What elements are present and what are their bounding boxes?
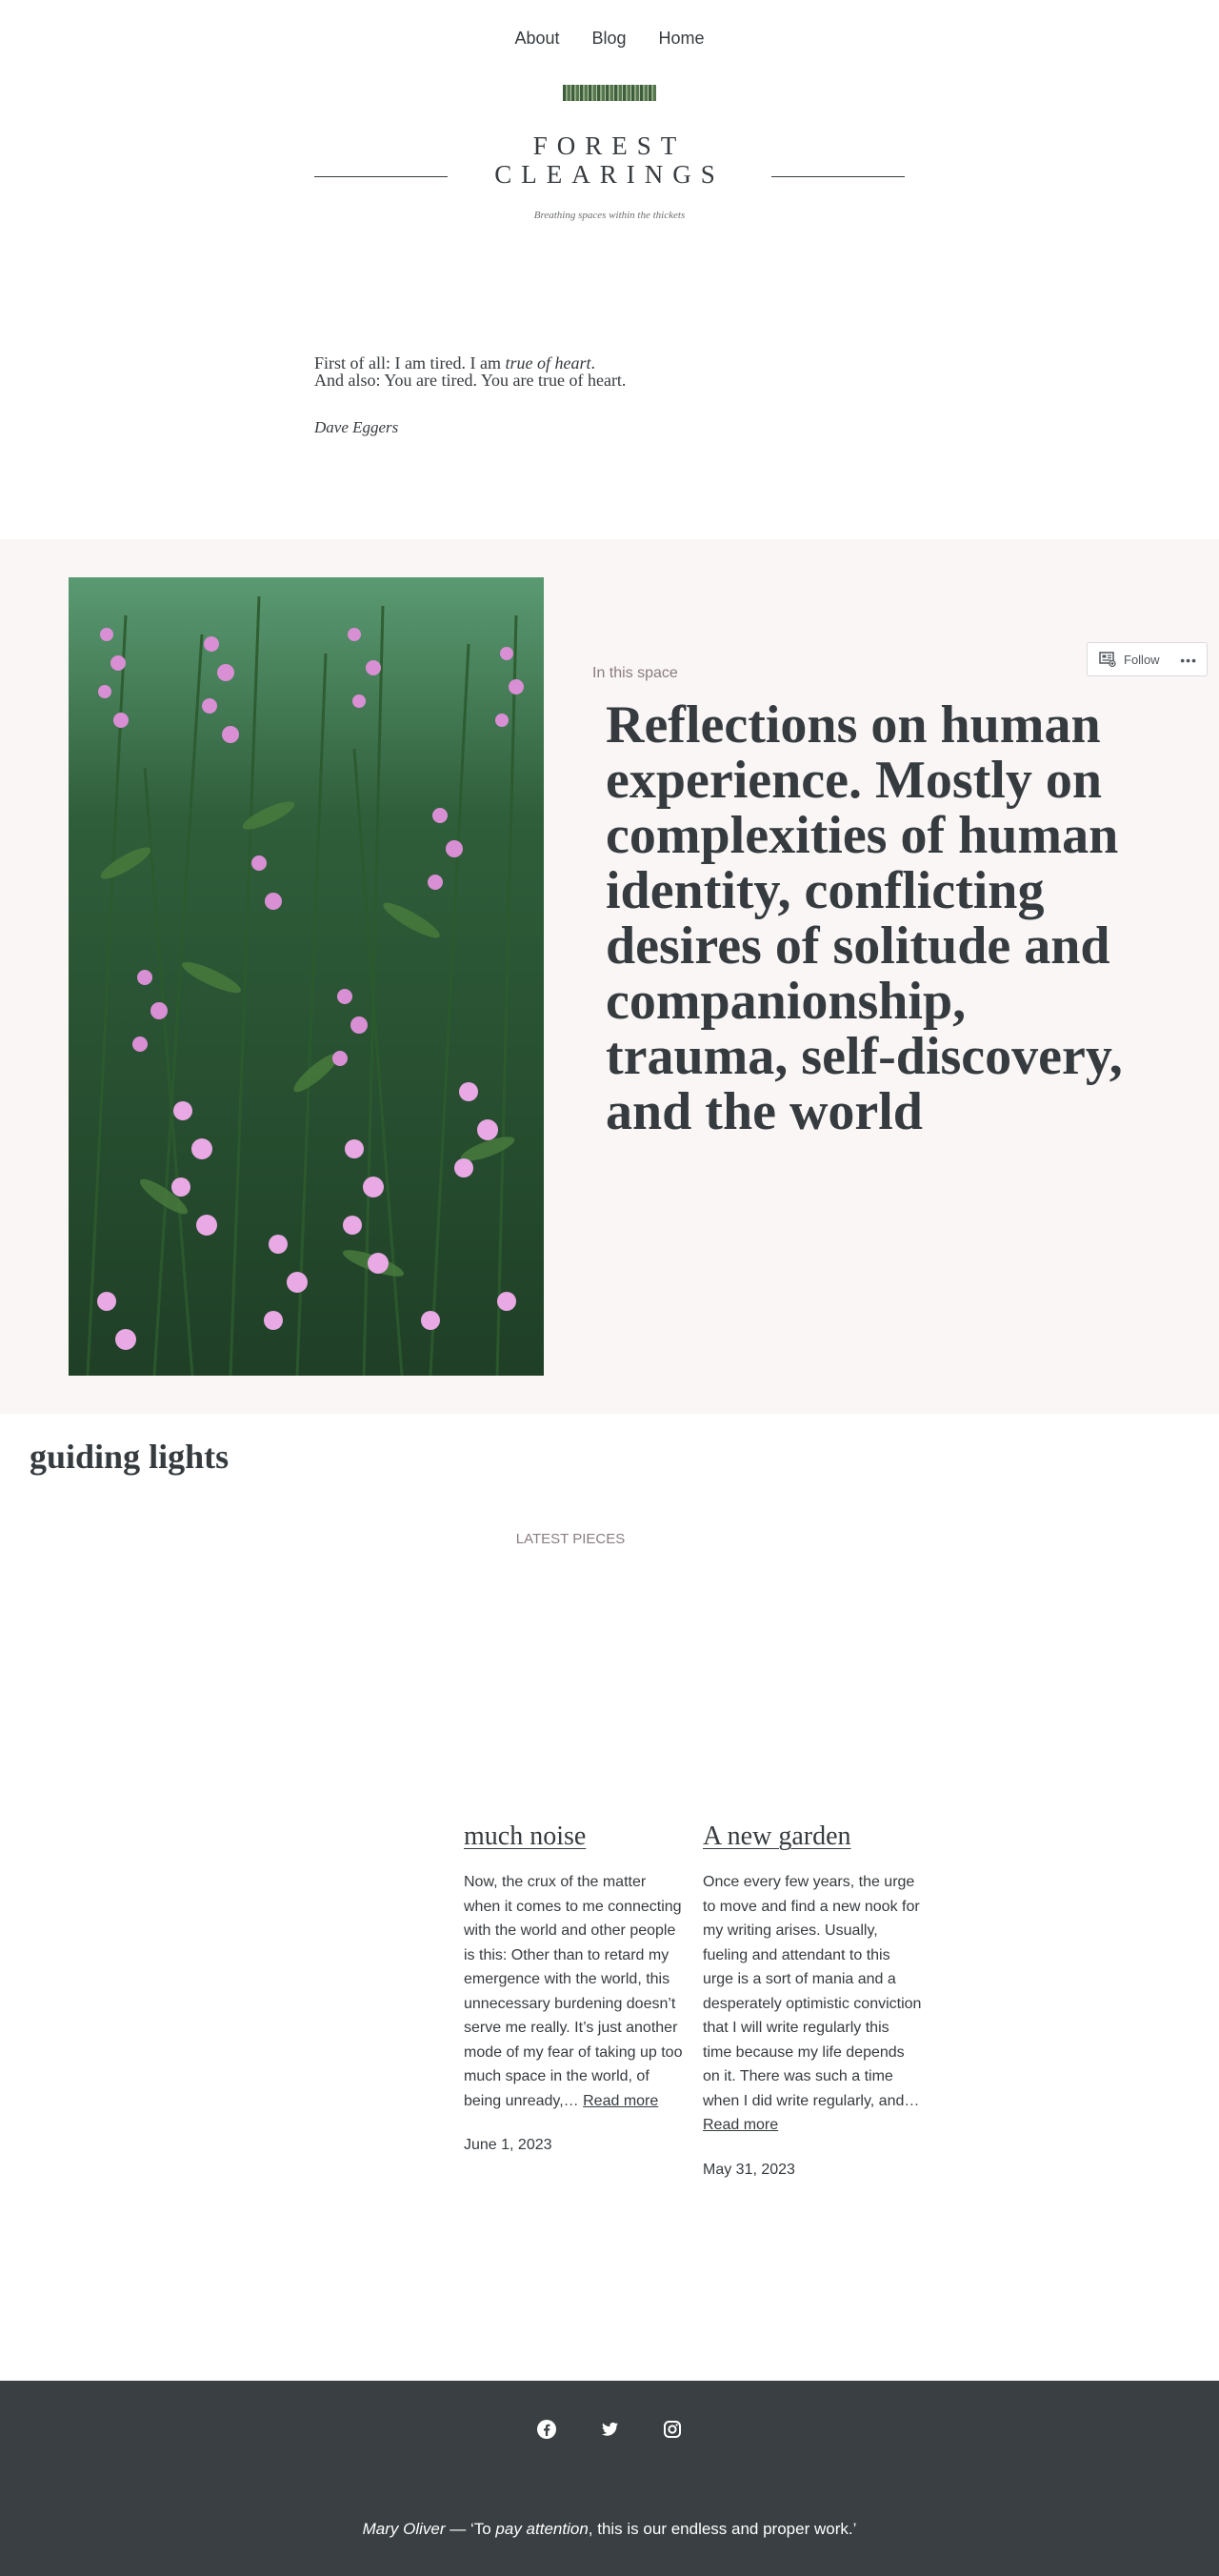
quote-line-1-emphasis: true of heart — [505, 353, 591, 372]
quote-line-1-text: First of all: I am tired. I am — [314, 353, 506, 372]
hero-section: In this space Reflections on human exper… — [0, 539, 1219, 1414]
post-card: much noise Now, the crux of the matter w… — [464, 1820, 683, 2154]
post-excerpt-text: Once every few years, the urge to move a… — [703, 1874, 922, 2109]
title-divider-left — [314, 176, 448, 177]
quote-line-2: And also: You are tired. You are true of… — [314, 371, 627, 390]
instagram-icon[interactable] — [662, 2419, 683, 2440]
post-excerpt: Now, the crux of the matter when it come… — [464, 1870, 683, 2113]
post-excerpt: Once every few years, the urge to move a… — [703, 1870, 922, 2138]
twitter-icon[interactable] — [599, 2419, 620, 2440]
nav-blog-link[interactable]: Blog — [592, 29, 627, 49]
main-nav: About Blog Home — [0, 29, 1219, 49]
post-date: June 1, 2023 — [464, 2137, 552, 2153]
facebook-icon[interactable] — [536, 2419, 557, 2440]
title-divider-right — [771, 176, 905, 177]
hero-kicker: In this space — [592, 665, 678, 681]
footer-quote-author: Mary Oliver — [362, 2520, 446, 2538]
quote-author: Dave Eggers — [314, 418, 399, 436]
site-title[interactable]: FOREST CLEARINGS — [467, 131, 752, 189]
follow-button[interactable]: Follow ••• — [1087, 642, 1208, 676]
post-date: May 31, 2023 — [703, 2161, 795, 2178]
hero-heading: Reflections on human experience. Mostly … — [606, 695, 1123, 1141]
epigraph-quote: First of all: I am tired. I am true of h… — [314, 354, 626, 389]
site-footer: Mary Oliver — ‘To pay attention, this is… — [0, 2381, 1219, 2576]
follow-reader-icon — [1099, 652, 1116, 668]
social-links — [0, 2419, 1219, 2440]
site-logo-image[interactable] — [563, 85, 656, 101]
post-card: A new garden Once every few years, the u… — [703, 1820, 922, 2179]
section-title: guiding lights — [30, 1438, 230, 1476]
quote-line-1: First of all: I am tired. I am true of h… — [314, 354, 626, 372]
post-title-link[interactable]: much noise — [464, 1820, 683, 1854]
read-more-link[interactable]: Read more — [703, 2117, 778, 2133]
post-excerpt-text: Now, the crux of the matter when it come… — [464, 1874, 683, 2109]
read-more-link[interactable]: Read more — [583, 2093, 658, 2109]
site-title-line-2: CLEARINGS — [494, 160, 725, 189]
nav-about-link[interactable]: About — [514, 29, 559, 49]
footer-quote-sep: — ‘To — [445, 2520, 496, 2538]
site-tagline: Breathing spaces within the thickets — [533, 210, 686, 221]
footer-quote-rest: , this is our endless and proper work.’ — [588, 2520, 857, 2538]
footer-quote-emphasis: pay attention — [495, 2520, 589, 2538]
nav-home-link[interactable]: Home — [659, 29, 705, 49]
site-title-line-1: FOREST — [532, 131, 687, 160]
quote-line-1-end: . — [590, 353, 595, 372]
latest-pieces-heading: LATEST PIECES — [515, 1531, 626, 1547]
footer-quote: Mary Oliver — ‘To pay attention, this is… — [0, 2520, 1219, 2539]
more-options-icon[interactable]: ••• — [1180, 653, 1197, 668]
heather-flowers-image — [69, 577, 544, 1376]
follow-label: Follow — [1124, 652, 1160, 667]
post-title-link[interactable]: A new garden — [703, 1820, 922, 1854]
